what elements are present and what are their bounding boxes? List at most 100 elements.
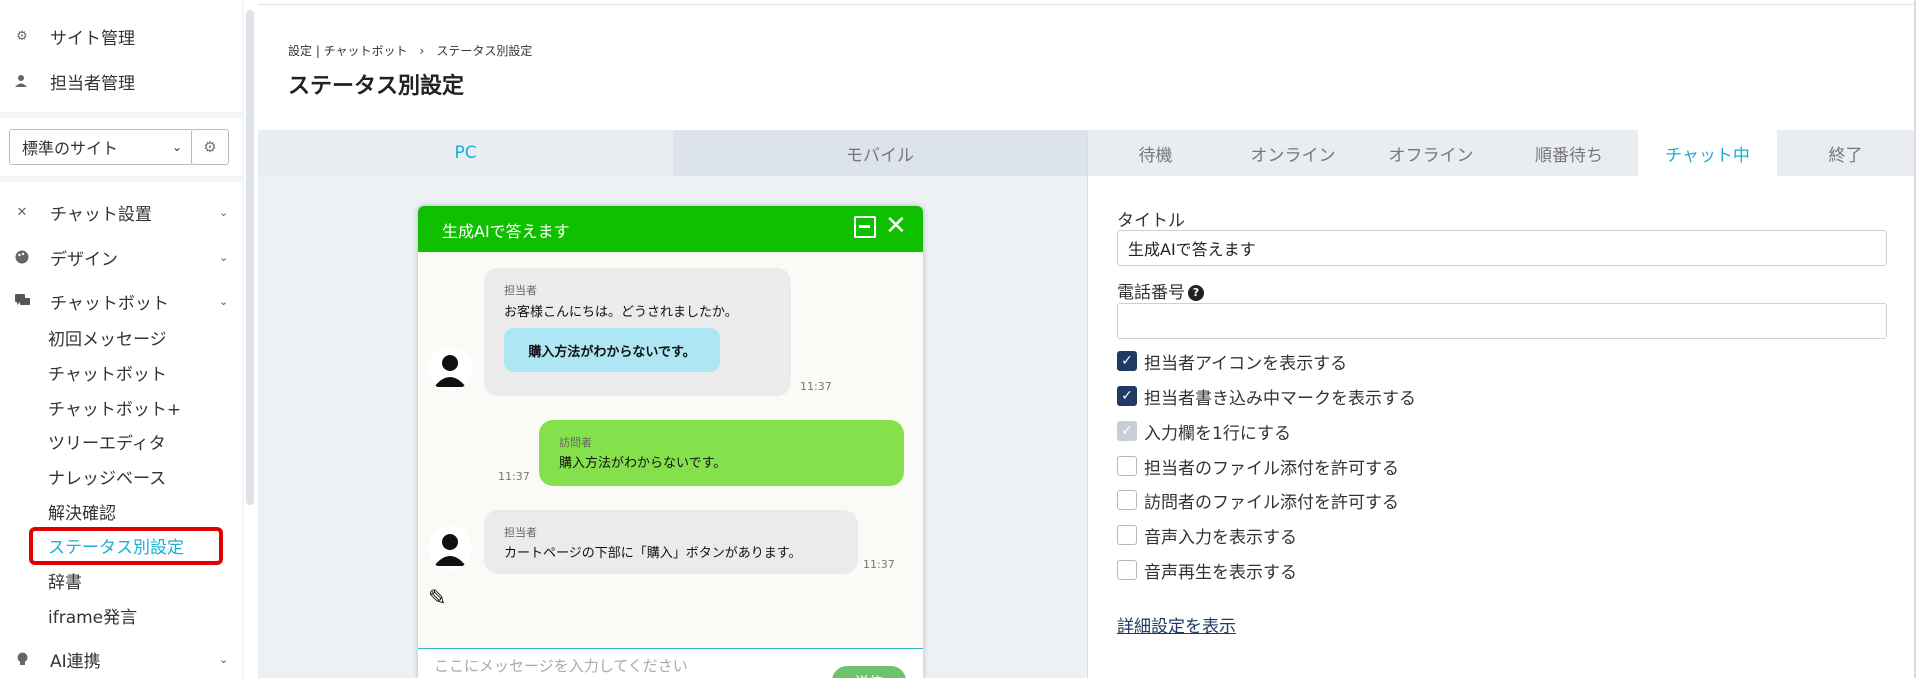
tab-pc[interactable]: PC (258, 130, 673, 176)
checkbox-unchecked[interactable] (1117, 560, 1137, 580)
checkbox-voice-input[interactable]: 音声入力を表示する (1117, 523, 1297, 548)
message-text: カートページの下部に「購入」ボタンがあります。 (504, 546, 802, 561)
page-title: ステータス別設定 (288, 74, 465, 99)
minimize-icon[interactable] (854, 216, 876, 238)
app-frame: ⚙ サイト管理 担当者管理 標準のサイト ⌄ ⚙ ✕ チャット設置 ⌄ デザイン… (0, 0, 1916, 678)
checkbox-checked[interactable]: ✓ (1117, 351, 1137, 371)
sidebar-item-chat-install[interactable]: ✕ チャット設置 ⌄ (14, 200, 229, 225)
header-divider (258, 4, 1916, 5)
sidebar: ⚙ サイト管理 担当者管理 標準のサイト ⌄ ⚙ ✕ チャット設置 ⌄ デザイン… (0, 0, 244, 678)
phone-label-text: 電話番号 (1117, 283, 1185, 303)
person-icon (14, 73, 30, 89)
gear-icon: ⚙ (203, 138, 217, 156)
sidebar-subitem-dictionary[interactable]: 辞書 (48, 568, 82, 593)
checkbox-label: 入力欄を1行にする (1144, 423, 1291, 444)
message-sender: 担当者 (504, 284, 537, 297)
sidebar-item-label: チャットボット (50, 293, 169, 314)
sidebar-item-label: 担当者管理 (50, 73, 135, 94)
widget-header: 生成AIで答えます ✕ (418, 206, 923, 252)
checkbox-unchecked[interactable] (1117, 490, 1137, 510)
sidebar-top-section (0, 0, 242, 112)
close-icon[interactable]: ✕ (885, 211, 907, 241)
visitor-message-bubble: 訪問者 購入方法がわからないです。 (539, 420, 904, 486)
sidebar-item-label: チャット設置 (50, 204, 152, 225)
palette-icon (14, 249, 30, 265)
sidebar-item-chatbot[interactable]: チャットボット ⌄ (14, 289, 228, 314)
checkbox-label: 担当者のファイル添付を許可する (1144, 458, 1399, 479)
checkbox-label: 訪問者のファイル添付を許可する (1144, 492, 1399, 513)
sidebar-item-label: サイト管理 (50, 28, 135, 49)
chevron-down-icon: ⌄ (219, 652, 229, 666)
tab-mobile[interactable]: モバイル (673, 130, 1087, 176)
checkbox-label: 音声再生を表示する (1144, 562, 1297, 583)
sidebar-item-ai-integration[interactable]: AI連携 ⌄ (14, 647, 228, 672)
checkbox-unchecked[interactable] (1117, 525, 1137, 545)
sidebar-subitem-knowledge-base[interactable]: ナレッジベース (48, 464, 166, 489)
sidebar-subitem-resolution-check[interactable]: 解決確認 (48, 499, 116, 524)
tools-icon: ✕ (16, 204, 28, 220)
quick-reply-button[interactable]: 購入方法がわからないです。 (504, 328, 720, 372)
message-time: 11:37 (863, 558, 895, 571)
checkbox-show-operator-icon[interactable]: ✓ 担当者アイコンを表示する (1117, 349, 1348, 374)
breadcrumb[interactable]: 設定 | チャットボット › ステータス別設定 (288, 42, 532, 59)
phone-label: 電話番号? (1117, 278, 1204, 303)
chevron-down-icon: ⌄ (219, 205, 229, 219)
sidebar-item-staff-management[interactable]: 担当者管理 (14, 69, 135, 94)
checkbox-visitor-file-attach[interactable]: 訪問者のファイル添付を許可する (1117, 488, 1399, 513)
tab-chatting[interactable]: チャット中 (1638, 130, 1777, 176)
checkbox-operator-file-attach[interactable]: 担当者のファイル添付を許可する (1117, 454, 1399, 479)
title-input-value: 生成AIで答えます (1128, 240, 1256, 259)
checkbox-label: 担当者アイコンを表示する (1144, 353, 1348, 374)
checkbox-voice-playback[interactable]: 音声再生を表示する (1117, 558, 1297, 583)
chevron-down-icon: ⌄ (171, 140, 182, 154)
typing-pen-icon: ✎ (428, 586, 447, 611)
bulb-icon (14, 651, 30, 667)
chat-widget-preview: 生成AIで答えます ✕ 担当者 お客様こんにちは。どうされましたか。 購入方法が… (418, 206, 923, 678)
sidebar-scrollbar[interactable] (246, 10, 254, 505)
phone-input[interactable] (1117, 303, 1887, 339)
message-text: 購入方法がわからないです。 (559, 456, 727, 471)
sidebar-item-label: デザイン (50, 249, 118, 270)
checkbox-disabled: ✓ (1117, 421, 1137, 441)
operator-message-bubble: 担当者 カートページの下部に「購入」ボタンがあります。 (484, 510, 858, 574)
operator-avatar (428, 526, 472, 570)
site-select-value: 標準のサイト (22, 139, 119, 158)
title-input[interactable]: 生成AIで答えます (1117, 230, 1887, 266)
tab-standby[interactable]: 待機 (1087, 130, 1224, 176)
tab-ended[interactable]: 終了 (1777, 130, 1914, 176)
help-icon[interactable]: ? (1188, 284, 1204, 301)
title-label: タイトル (1117, 211, 1185, 231)
checkbox-show-typing-mark[interactable]: ✓ 担当者書き込み中マークを表示する (1117, 384, 1416, 409)
checkbox-unchecked[interactable] (1117, 456, 1137, 476)
tab-offline[interactable]: オフライン (1362, 130, 1500, 176)
sidebar-subitem-iframe-message[interactable]: iframe発言 (48, 603, 137, 628)
site-select[interactable]: 標準のサイト ⌄ (9, 129, 193, 165)
send-button[interactable]: 送信 (832, 666, 906, 678)
sidebar-item-site-management[interactable]: ⚙ サイト管理 (14, 24, 135, 49)
sidebar-subitem-first-message[interactable]: 初回メッセージ (48, 325, 167, 350)
chevron-down-icon: ⌄ (219, 250, 229, 264)
tab-queue[interactable]: 順番待ち (1500, 130, 1638, 176)
sidebar-subitem-tree-editor[interactable]: ツリーエディタ (48, 429, 166, 454)
chevron-up-icon: ⌄ (219, 294, 229, 308)
sidebar-subitem-chatbot[interactable]: チャットボット (48, 360, 167, 385)
chat-bubbles-icon (14, 293, 30, 309)
operator-avatar (428, 347, 472, 391)
site-settings-button[interactable]: ⚙ (191, 129, 229, 165)
message-time: 11:37 (800, 380, 832, 393)
checkbox-single-line-input[interactable]: ✓ 入力欄を1行にする (1117, 419, 1291, 444)
widget-title: 生成AIで答えます (442, 222, 570, 241)
gear-icon: ⚙ (16, 28, 28, 44)
advanced-settings-link[interactable]: 詳細設定を表示 (1117, 612, 1236, 637)
sidebar-subitem-chatbot-plus[interactable]: チャットボット+ (48, 395, 181, 420)
message-sender: 担当者 (504, 526, 537, 539)
message-text: お客様こんにちは。どうされましたか。 (504, 305, 738, 320)
sidebar-item-label: AI連携 (50, 651, 101, 672)
tab-online[interactable]: オンライン (1224, 130, 1362, 176)
sidebar-item-design[interactable]: デザイン ⌄ (14, 245, 228, 270)
checkbox-label: 担当者書き込み中マークを表示する (1144, 388, 1416, 409)
checkbox-checked[interactable]: ✓ (1117, 386, 1137, 406)
checkbox-label: 音声入力を表示する (1144, 527, 1297, 548)
panel-divider (1087, 130, 1088, 678)
message-time: 11:37 (498, 470, 530, 483)
